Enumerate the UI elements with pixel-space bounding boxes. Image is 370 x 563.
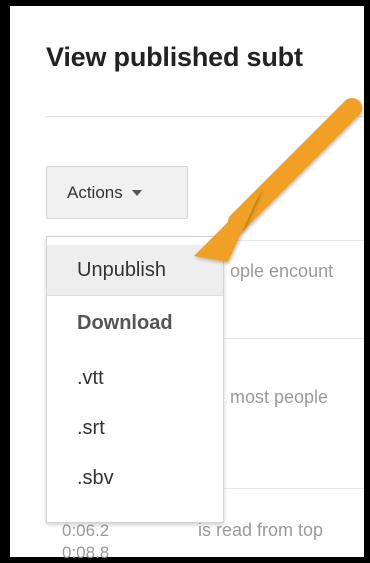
menu-item-label: Unpublish [77, 258, 166, 281]
actions-dropdown-menu: Unpublish Download .vtt .srt .sbv [46, 236, 224, 523]
subtitle-snippet: most people [230, 387, 329, 407]
row-divider [222, 338, 364, 339]
menu-divider [47, 295, 223, 296]
title-divider [46, 116, 364, 117]
menu-item-label: .sbv [77, 466, 114, 489]
screenshot-frame-bottom [0, 557, 370, 563]
page-title: View published subt [46, 42, 303, 72]
subtitle-snippet: ople encount [230, 261, 334, 281]
timestamp-end: 0:08.8 [62, 543, 110, 562]
timestamp-start: 0:06.2 [62, 521, 110, 540]
menu-item-srt[interactable]: .srt [47, 403, 223, 453]
screenshot-frame-left [0, 0, 10, 563]
row-divider [222, 488, 364, 489]
screenshot-frame-right [364, 0, 370, 563]
caret-down-icon [131, 189, 142, 196]
row-divider [222, 240, 364, 241]
menu-item-unpublish[interactable]: Unpublish [47, 245, 223, 295]
menu-header-download: Download [47, 298, 223, 348]
actions-button[interactable]: Actions [46, 166, 188, 219]
menu-item-label: .vtt [77, 366, 104, 389]
menu-item-sbv[interactable]: .sbv [47, 453, 223, 503]
menu-item-vtt[interactable]: .vtt [47, 353, 223, 403]
actions-label: Actions [67, 182, 123, 202]
subtitle-snippet: is read from top [198, 520, 324, 540]
menu-item-label: .srt [77, 416, 105, 439]
menu-header-label: Download [77, 311, 173, 334]
screenshot-frame-top [0, 0, 370, 6]
